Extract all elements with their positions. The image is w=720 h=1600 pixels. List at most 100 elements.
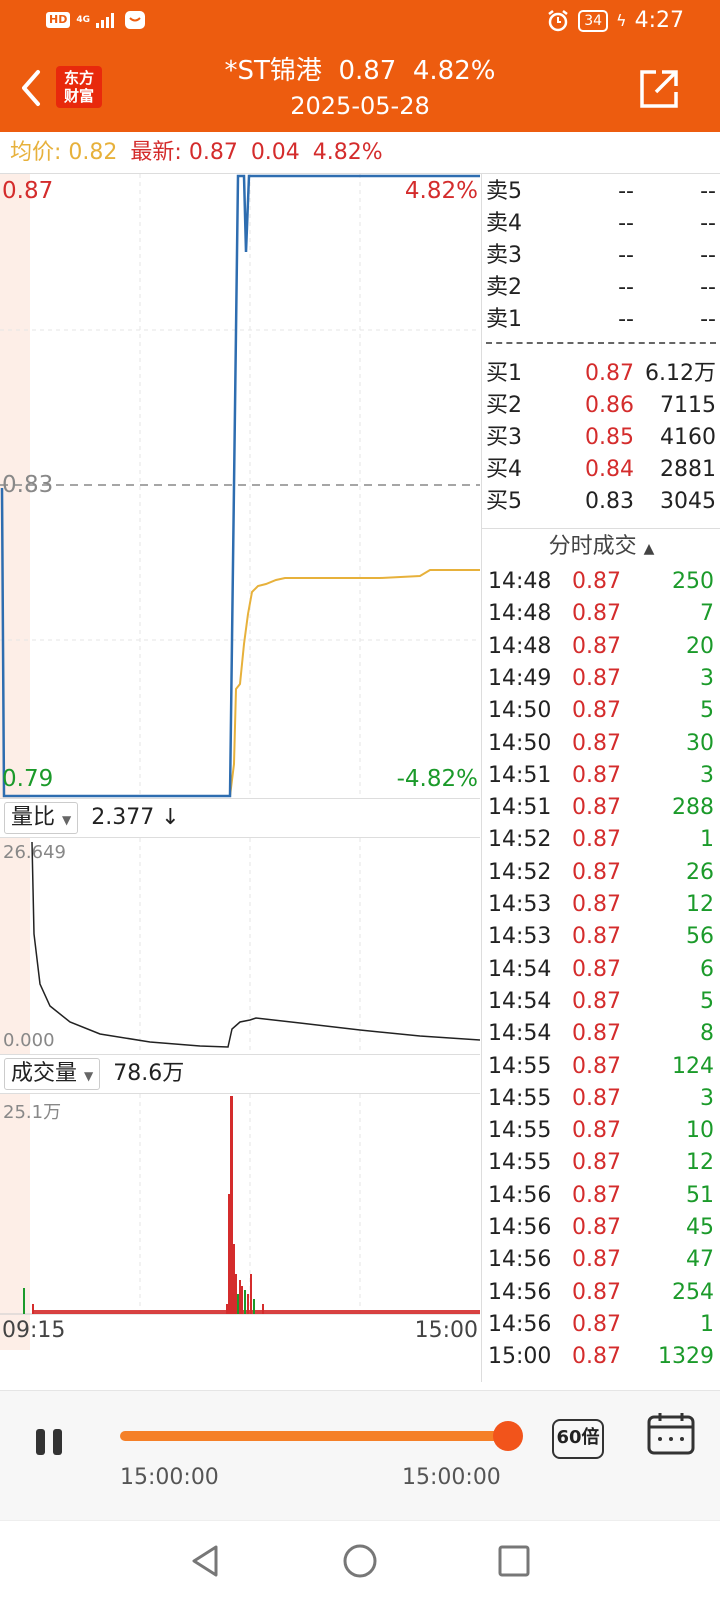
trade-price: 0.87 bbox=[572, 762, 621, 788]
trade-price: 0.87 bbox=[572, 633, 621, 659]
nav-back-icon[interactable] bbox=[186, 1541, 226, 1581]
trade-row: 15:00 0.87 1329 bbox=[488, 1341, 714, 1373]
sell-price: -- bbox=[618, 179, 634, 204]
buy-label: 买2 bbox=[486, 393, 522, 418]
trade-volume: 30 bbox=[686, 730, 714, 756]
price-grid bbox=[0, 174, 480, 798]
system-nav-bar bbox=[0, 1520, 720, 1600]
trade-row: 14:52 0.87 26 bbox=[488, 857, 714, 889]
trade-price: 0.87 bbox=[572, 988, 621, 1014]
calendar-icon[interactable] bbox=[646, 1411, 696, 1457]
change-pct: 4.82% bbox=[312, 140, 383, 165]
indicator2-max: 25.1万 bbox=[3, 1102, 62, 1123]
speed-button[interactable]: 60倍 bbox=[552, 1419, 604, 1459]
trade-volume: 47 bbox=[686, 1247, 714, 1273]
trade-volume: 3 bbox=[700, 1085, 714, 1111]
trade-row: 14:56 0.87 254 bbox=[488, 1277, 714, 1309]
trade-row: 14:50 0.87 30 bbox=[488, 728, 714, 760]
progress-track[interactable] bbox=[120, 1431, 508, 1441]
trade-row: 14:48 0.87 20 bbox=[488, 631, 714, 663]
trade-time: 14:48 bbox=[488, 569, 552, 594]
trade-row: 14:48 0.87 7 bbox=[488, 598, 714, 630]
sell-price: -- bbox=[618, 307, 634, 332]
price-line bbox=[0, 174, 480, 798]
sell-volume: -- bbox=[700, 211, 716, 236]
volume-bars bbox=[23, 1096, 480, 1314]
buy-price: 0.84 bbox=[585, 457, 634, 482]
trade-volume: 3 bbox=[700, 665, 714, 691]
trade-row: 14:56 0.87 51 bbox=[488, 1180, 714, 1212]
trade-volume: 10 bbox=[686, 1118, 714, 1144]
triangle-up-icon: ▲ bbox=[643, 541, 655, 557]
trades-header[interactable]: 分时成交 ▲ bbox=[482, 528, 720, 564]
trade-time: 14:53 bbox=[488, 892, 552, 917]
sell-row: 卖3 -- -- bbox=[486, 240, 716, 272]
trade-volume: 1 bbox=[700, 1311, 714, 1337]
indicator1-min: 0.000 bbox=[3, 1030, 55, 1051]
pause-icon[interactable] bbox=[34, 1427, 66, 1457]
trade-price: 0.87 bbox=[572, 1085, 621, 1111]
trade-time: 14:55 bbox=[488, 1118, 552, 1144]
trade-row: 14:55 0.87 3 bbox=[488, 1083, 714, 1115]
trade-price: 0.87 bbox=[572, 827, 621, 853]
trade-row: 14:55 0.87 10 bbox=[488, 1115, 714, 1147]
trade-row: 14:56 0.87 1 bbox=[488, 1309, 714, 1341]
dropdown-icon: ▼ bbox=[84, 1069, 94, 1083]
trade-row: 14:55 0.87 12 bbox=[488, 1147, 714, 1179]
indicator1-selector[interactable]: 量比 ▼ bbox=[4, 802, 79, 834]
status-right: 34 ϟ 4:27 bbox=[546, 8, 684, 33]
trade-row: 14:56 0.87 45 bbox=[488, 1212, 714, 1244]
network-label: 4G bbox=[76, 14, 90, 25]
indicator2-selector[interactable]: 成交量 ▼ bbox=[4, 1058, 101, 1090]
trade-volume: 8 bbox=[700, 1021, 714, 1047]
trade-time: 14:54 bbox=[488, 988, 552, 1014]
trade-row: 14:53 0.87 12 bbox=[488, 889, 714, 921]
time-axis-end: 15:00 bbox=[414, 1318, 478, 1343]
progress-knob[interactable] bbox=[493, 1421, 523, 1451]
trade-volume: 45 bbox=[686, 1215, 714, 1240]
indicator1-arrow: ↓ bbox=[161, 805, 180, 830]
trade-price: 0.87 bbox=[572, 698, 621, 724]
trade-price: 0.87 bbox=[572, 924, 621, 950]
buy-price: 0.87 bbox=[585, 361, 634, 386]
progress-time-left: 15:00:00 bbox=[120, 1465, 219, 1490]
share-icon[interactable] bbox=[636, 66, 682, 112]
trade-volume: 5 bbox=[700, 988, 714, 1014]
trade-row: 14:53 0.87 56 bbox=[488, 921, 714, 953]
intraday-chart-area[interactable]: 0.87 4.82% 0.83 0.79 -4.82% 量比 ▼ 2.377 ↓… bbox=[0, 174, 480, 1382]
trade-time: 14:53 bbox=[488, 924, 552, 950]
trade-volume: 7 bbox=[700, 601, 714, 627]
dropdown-icon: ▼ bbox=[62, 813, 72, 827]
replay-date[interactable]: 2025-05-28 bbox=[0, 92, 720, 120]
sell-volume: -- bbox=[700, 179, 716, 204]
progress-time-right: 15:00:00 bbox=[402, 1465, 501, 1490]
sell-row: 卖2 -- -- bbox=[486, 272, 716, 304]
charging-icon: ϟ bbox=[616, 11, 627, 30]
trade-volume: 250 bbox=[672, 569, 714, 594]
trade-price: 0.87 bbox=[572, 569, 621, 594]
trade-time: 14:50 bbox=[488, 698, 552, 724]
trade-time: 14:56 bbox=[488, 1279, 552, 1305]
nav-home-icon[interactable] bbox=[340, 1541, 380, 1581]
trade-row: 14:48 0.87 250 bbox=[488, 566, 714, 598]
last-label: 最新: bbox=[130, 140, 182, 165]
nav-recents-icon[interactable] bbox=[494, 1541, 534, 1581]
trade-time: 14:55 bbox=[488, 1150, 552, 1176]
buy-label: 买1 bbox=[486, 361, 522, 386]
trade-price: 0.87 bbox=[572, 1021, 621, 1047]
sell-row: 卖1 -- -- bbox=[486, 304, 716, 336]
trade-price: 0.87 bbox=[572, 1311, 621, 1337]
sell-label: 卖1 bbox=[486, 307, 522, 332]
buy-label: 买4 bbox=[486, 457, 522, 482]
stock-title: *ST锦港 0.87 4.82% bbox=[224, 56, 496, 86]
status-bar: HD 4G 34 ϟ 4:27 bbox=[0, 0, 720, 44]
time-axis-start: 09:15 bbox=[2, 1318, 66, 1343]
buy-label: 买5 bbox=[486, 489, 522, 514]
trade-time: 14:51 bbox=[488, 795, 552, 821]
buy-row: 买3 0.85 4160 bbox=[486, 422, 716, 454]
trade-price: 0.87 bbox=[572, 892, 621, 917]
buy-price: 0.85 bbox=[585, 425, 634, 450]
avg-price-line bbox=[229, 569, 480, 797]
trade-volume: 12 bbox=[686, 1150, 714, 1176]
trade-volume: 20 bbox=[686, 633, 714, 659]
